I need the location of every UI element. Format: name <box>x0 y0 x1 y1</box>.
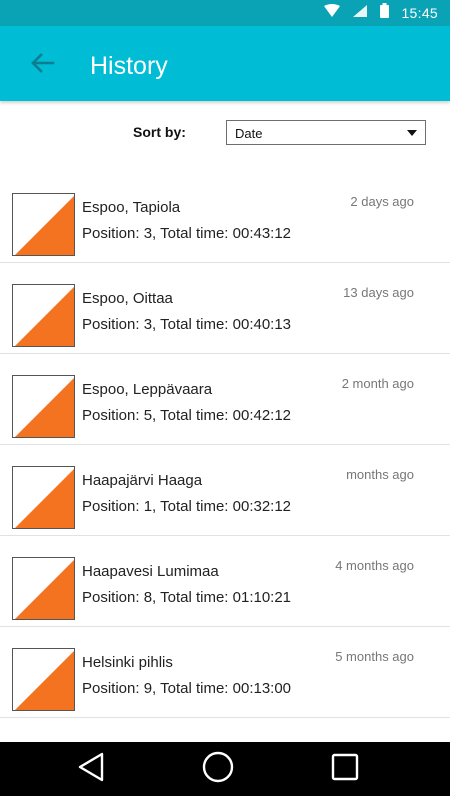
signal-icon <box>352 4 368 23</box>
sort-selected-value: Date <box>235 126 263 141</box>
orienteering-flag-icon <box>12 466 75 529</box>
item-subtitle: Position: 3, Total time: 00:40:13 <box>82 316 292 333</box>
status-time: 15:45 <box>401 5 438 21</box>
item-time: 2 month ago <box>341 376 414 391</box>
item-time: 4 months ago <box>335 558 414 573</box>
item-subtitle: Position: 3, Total time: 00:43:12 <box>82 225 292 242</box>
orienteering-flag-icon <box>12 557 75 620</box>
list-item[interactable]: Espoo, Tapiola Position: 3, Total time: … <box>0 172 450 263</box>
orienteering-flag-icon <box>12 375 75 438</box>
list-item[interactable]: Espoo, Leppävaara Position: 5, Total tim… <box>0 354 450 445</box>
nav-home-button[interactable] <box>183 742 253 796</box>
item-title: Helsinki pihlis <box>82 654 173 671</box>
page-title: History <box>90 52 168 80</box>
wifi-icon <box>324 3 341 23</box>
item-title: Espoo, Oittaa <box>82 290 173 307</box>
item-time: 5 months ago <box>335 649 414 664</box>
back-button[interactable] <box>22 48 62 82</box>
battery-icon <box>380 3 390 23</box>
nav-back-button[interactable] <box>56 742 126 796</box>
app-bar: History <box>0 26 450 101</box>
home-circle-icon <box>202 751 234 788</box>
nav-recents-button[interactable] <box>310 742 380 796</box>
sort-select[interactable]: Date <box>226 120 426 145</box>
chevron-down-icon <box>407 130 417 136</box>
item-time: months ago <box>346 467 414 482</box>
item-time: 2 days ago <box>350 194 414 209</box>
list-item[interactable]: Espoo, Oittaa Position: 3, Total time: 0… <box>0 263 450 354</box>
item-subtitle: Position: 9, Total time: 00:13:00 <box>82 680 292 697</box>
item-title: Haapavesi Lumimaa <box>82 563 219 580</box>
orienteering-flag-icon <box>12 648 75 711</box>
item-time: 13 days ago <box>343 285 414 300</box>
status-bar: 15:45 <box>0 0 450 26</box>
orienteering-flag-icon <box>12 193 75 256</box>
item-title: Haapajärvi Haaga <box>82 472 203 489</box>
item-subtitle: Position: 8, Total time: 01:10:21 <box>82 589 292 606</box>
list-item[interactable]: Haapavesi Lumimaa Position: 8, Total tim… <box>0 536 450 627</box>
sort-row: Sort by: Date <box>0 118 450 150</box>
item-title: Espoo, Leppävaara <box>82 381 213 398</box>
back-triangle-icon <box>77 752 105 787</box>
list-item[interactable]: Haapajärvi Haaga Position: 1, Total time… <box>0 445 450 536</box>
system-nav-bar <box>0 742 450 796</box>
history-list: Espoo, Tapiola Position: 3, Total time: … <box>0 172 450 718</box>
arrow-left-icon <box>29 52 55 79</box>
item-subtitle: Position: 5, Total time: 00:42:12 <box>82 407 292 424</box>
sort-label: Sort by: <box>133 124 186 140</box>
list-item[interactable]: Helsinki pihlis Position: 9, Total time:… <box>0 627 450 718</box>
orienteering-flag-icon <box>12 284 75 347</box>
item-subtitle: Position: 1, Total time: 00:32:12 <box>82 498 292 515</box>
recents-square-icon <box>331 753 359 786</box>
item-title: Espoo, Tapiola <box>82 199 181 216</box>
status-icons: 15:45 <box>324 0 438 26</box>
